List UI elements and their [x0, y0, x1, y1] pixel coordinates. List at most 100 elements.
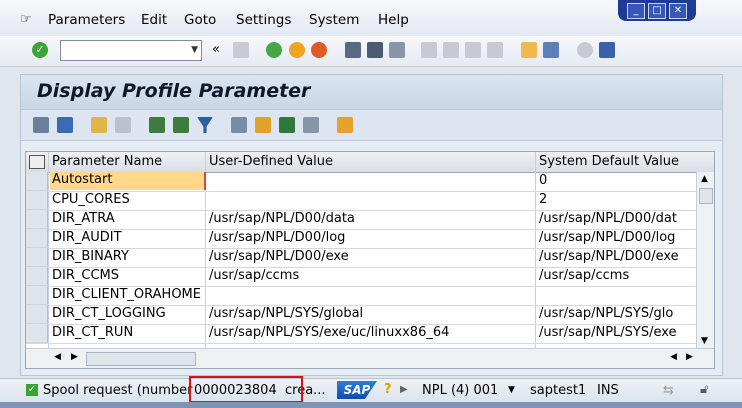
- layout-grid-icon[interactable]: [337, 117, 353, 133]
- last-page-icon[interactable]: [487, 42, 503, 58]
- find-next-icon[interactable]: [389, 42, 405, 58]
- menu-parameters[interactable]: Parameters: [48, 12, 125, 28]
- print-icon[interactable]: [345, 42, 361, 58]
- cell-user-value[interactable]: /usr/sap/NPL/SYS/global: [209, 306, 535, 321]
- horizontal-scrollbar[interactable]: ◀ ▶ ◀ ▶: [26, 348, 714, 368]
- chevron-down-icon[interactable]: ▼: [191, 45, 198, 55]
- scroll-right-icon[interactable]: ▶: [686, 352, 693, 362]
- cell-parameter-name[interactable]: DIR_BINARY: [52, 249, 204, 264]
- first-page-icon[interactable]: [421, 42, 437, 58]
- prev-page-icon[interactable]: [443, 42, 459, 58]
- table-row[interactable]: DIR_AUDIT/usr/sap/NPL/D00/log/usr/sap/NP…: [26, 229, 696, 249]
- documentation-icon[interactable]: [57, 117, 73, 133]
- sort-descending-icon[interactable]: [173, 117, 189, 133]
- system-toolbar: ✓ ▼ «: [0, 36, 742, 67]
- cell-parameter-name[interactable]: DIR_CCMS: [52, 268, 204, 283]
- cell-parameter-name[interactable]: DIR_ATRA: [52, 211, 204, 226]
- menu-edit[interactable]: Edit: [141, 12, 167, 28]
- cell-user-value[interactable]: /usr/sap/NPL/D00/exe: [209, 249, 535, 264]
- scroll-up-icon[interactable]: ▲: [701, 174, 708, 184]
- cell-default-value[interactable]: /usr/sap/ccms: [539, 268, 699, 283]
- scroll-right-icon[interactable]: ▶: [71, 352, 78, 362]
- cell-default-value[interactable]: 0: [539, 173, 699, 188]
- success-icon: ✓: [26, 384, 38, 396]
- menu-bar: ☞ Parameters Edit Goto Settings System H…: [0, 0, 742, 36]
- chevron-down-icon[interactable]: ▼: [508, 385, 515, 395]
- print-preview-icon[interactable]: [303, 117, 319, 133]
- export-icon[interactable]: [255, 117, 271, 133]
- main-panel: Display Profile Parameter Parameter Name…: [20, 74, 723, 376]
- menu-goto[interactable]: Goto: [184, 12, 216, 28]
- scroll-left-icon[interactable]: ◀: [670, 352, 677, 362]
- cell-user-value[interactable]: /usr/sap/ccms: [209, 268, 535, 283]
- status-message-prefix[interactable]: Spool request (number: [43, 383, 193, 398]
- scroll-down-icon[interactable]: ▼: [701, 336, 708, 346]
- window-controls: _ □ ✕: [618, 0, 696, 21]
- cell-default-value[interactable]: /usr/sap/NPL/SYS/exe: [539, 325, 699, 340]
- help-icon[interactable]: ?: [384, 382, 392, 397]
- minimize-icon[interactable]: _: [627, 2, 645, 19]
- play-icon[interactable]: ▶: [400, 384, 408, 395]
- cell-default-value[interactable]: /usr/sap/NPL/SYS/glo: [539, 306, 699, 321]
- cell-parameter-name[interactable]: DIR_CT_LOGGING: [52, 306, 204, 321]
- close-icon[interactable]: ✕: [669, 2, 687, 19]
- table-row[interactable]: Autostart 0: [26, 172, 696, 192]
- table-row[interactable]: CPU_CORES 2: [26, 191, 696, 211]
- application-toolbar: [21, 109, 722, 141]
- send-icon[interactable]: [279, 117, 295, 133]
- cell-default-value[interactable]: /usr/sap/NPL/D00/dat: [539, 211, 699, 226]
- table-row[interactable]: DIR_CCMS/usr/sap/ccms/usr/sap/ccms: [26, 267, 696, 287]
- cell-user-value[interactable]: /usr/sap/NPL/D00/data: [209, 211, 535, 226]
- cell-parameter-name[interactable]: DIR_CT_RUN: [52, 325, 204, 340]
- lock-icon[interactable]: 🔓︎: [700, 382, 708, 397]
- hscroll-thumb[interactable]: [86, 352, 196, 366]
- cell-default-value[interactable]: /usr/sap/NPL/D00/log: [539, 230, 699, 245]
- cell-user-value[interactable]: /usr/sap/NPL/D00/log: [209, 230, 535, 245]
- scroll-thumb[interactable]: [699, 188, 713, 204]
- table-row[interactable]: DIR_ATRA/usr/sap/NPL/D00/data/usr/sap/NP…: [26, 210, 696, 230]
- exit-icon[interactable]: [289, 42, 305, 58]
- table-row[interactable]: DIR_CLIENT_ORAHOME: [26, 286, 696, 306]
- cell-default-value[interactable]: /usr/sap/NPL/D00/exe: [539, 249, 699, 264]
- menu-settings[interactable]: Settings: [236, 12, 291, 28]
- maximize-icon[interactable]: □: [648, 2, 666, 19]
- menu-icon[interactable]: ☞: [20, 12, 32, 27]
- cell-user-value[interactable]: /usr/sap/NPL/SYS/exe/uc/linuxx86_64: [209, 325, 535, 340]
- back-icon[interactable]: [266, 42, 282, 58]
- spreadsheet-icon[interactable]: [231, 117, 247, 133]
- menu-system[interactable]: System: [309, 12, 359, 28]
- first-item-icon[interactable]: [91, 117, 107, 133]
- input-mode[interactable]: INS: [597, 383, 619, 398]
- last-item-icon[interactable]: [115, 117, 131, 133]
- column-header-default-value[interactable]: System Default Value: [539, 154, 679, 169]
- collapse-icon[interactable]: «: [212, 42, 220, 57]
- new-session-icon[interactable]: [521, 42, 537, 58]
- cancel-icon[interactable]: [311, 42, 327, 58]
- layout-icon[interactable]: [599, 42, 615, 58]
- table-row[interactable]: DIR_CT_LOGGING/usr/sap/NPL/SYS/global/us…: [26, 305, 696, 325]
- scroll-left-icon[interactable]: ◀: [54, 352, 61, 362]
- column-select-icon[interactable]: [29, 155, 45, 169]
- cell-parameter-name[interactable]: Autostart: [50, 172, 206, 190]
- command-field[interactable]: ▼: [60, 40, 202, 61]
- column-header-parameter[interactable]: Parameter Name: [52, 154, 162, 169]
- table-row[interactable]: DIR_BINARY/usr/sap/NPL/D00/exe/usr/sap/N…: [26, 248, 696, 268]
- cell-parameter-name[interactable]: DIR_AUDIT: [52, 230, 204, 245]
- table-row[interactable]: DIR_CT_RUN/usr/sap/NPL/SYS/exe/uc/linuxx…: [26, 324, 696, 344]
- help-icon[interactable]: [577, 42, 593, 58]
- menu-help[interactable]: Help: [378, 12, 409, 28]
- cell-parameter-name[interactable]: CPU_CORES: [52, 192, 204, 207]
- cell-default-value[interactable]: 2: [539, 192, 699, 207]
- shortcut-icon[interactable]: [543, 42, 559, 58]
- enter-icon[interactable]: ✓: [32, 42, 48, 58]
- next-page-icon[interactable]: [465, 42, 481, 58]
- column-header-user-value[interactable]: User-Defined Value: [209, 154, 333, 169]
- cell-parameter-name[interactable]: DIR_CLIENT_ORAHOME: [52, 287, 204, 302]
- server-name: saptest1: [530, 383, 587, 398]
- save-icon[interactable]: [233, 42, 249, 58]
- sort-ascending-icon[interactable]: [149, 117, 165, 133]
- details-icon[interactable]: [33, 117, 49, 133]
- find-icon[interactable]: [367, 42, 383, 58]
- vertical-scrollbar[interactable]: ▲ ▼: [696, 172, 714, 348]
- filter-icon[interactable]: [197, 117, 213, 133]
